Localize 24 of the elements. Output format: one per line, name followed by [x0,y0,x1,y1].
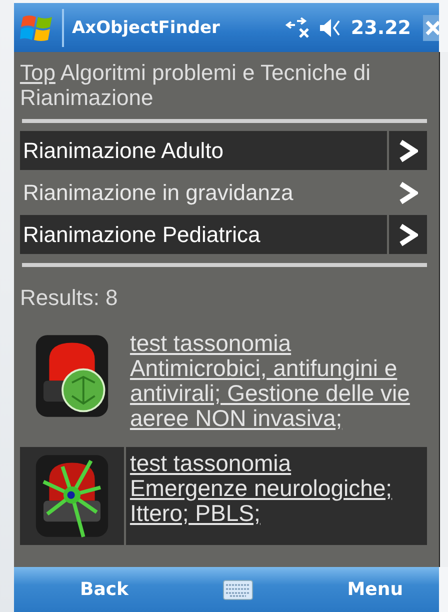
clock-time: 23.22 [350,16,412,38]
siren-germ-icon [34,333,110,419]
result-link[interactable]: Emergenze neurologiche; Ittero; PBLS; [130,476,426,526]
chevron-button[interactable] [389,131,428,170]
breadcrumb-text: Top Algoritmi problemi e Tecniche di Rianimazione [20,60,372,110]
chevron-icon [398,180,418,204]
top-link[interactable]: Top [20,60,56,85]
connectivity-icon[interactable] [284,16,311,38]
result-link[interactable]: test tassonomia [130,451,426,476]
keyboard-icon[interactable] [222,580,253,600]
app-title: AxObjectFinder [72,18,221,38]
close-icon[interactable] [423,14,440,40]
back-button[interactable]: Back [74,575,134,604]
result-link[interactable]: test tassonomia [130,331,426,356]
results-count: Results: 8 [20,285,119,311]
siren-neuron-icon [34,453,110,539]
category-item[interactable]: Rianimazione Adulto [20,131,388,170]
category-item[interactable]: Rianimazione in gravidanza [20,173,388,212]
chevron-button[interactable] [389,215,428,254]
chevron-icon [398,138,418,162]
result-link[interactable]: Antimicrobici, antifungini e antivirali; Gestione delle vie aeree NON invasiva; [130,356,426,431]
chevron-icon [398,222,418,246]
menu-button[interactable]: Menu [341,575,410,604]
category-item[interactable]: Rianimazione Pediatrica [20,215,388,254]
